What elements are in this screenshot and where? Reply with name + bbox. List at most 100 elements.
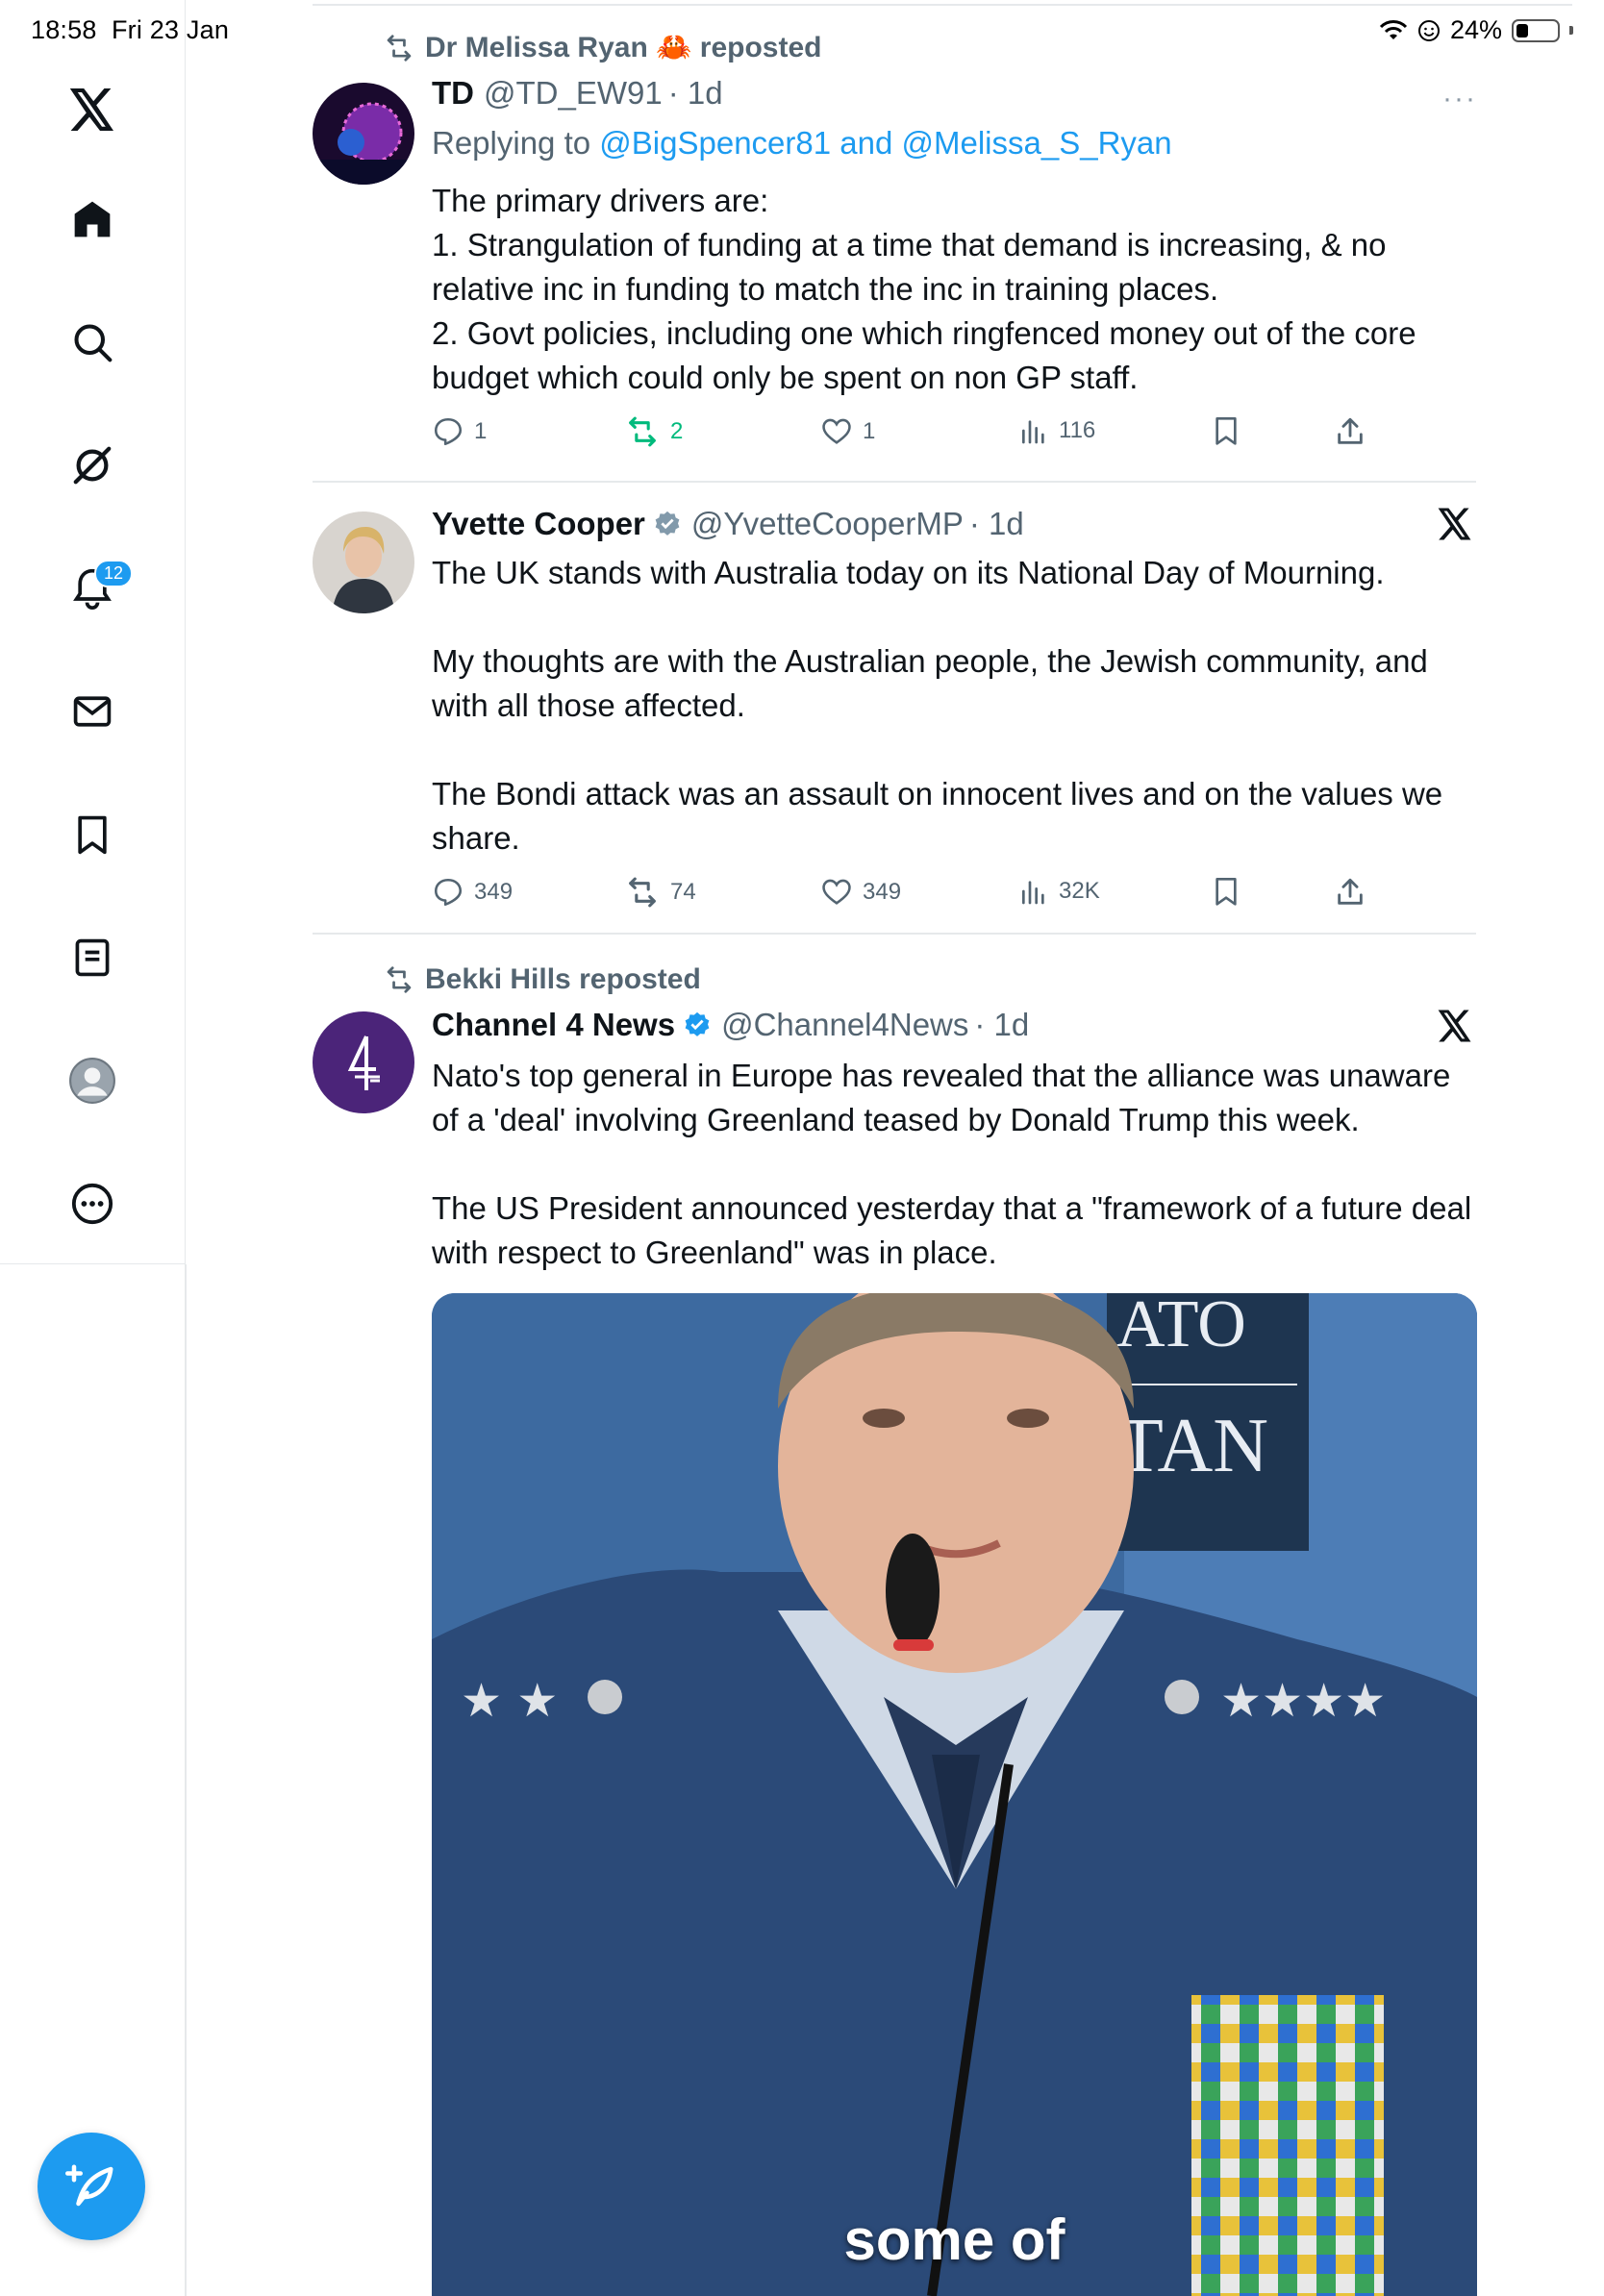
battery-cap	[1569, 26, 1573, 35]
feed-top-border	[313, 4, 1572, 6]
tweet-video[interactable]: ATO TAN ★ ★ ★★★★ some of	[432, 1293, 1477, 2296]
heart-icon	[822, 879, 851, 905]
compose-button[interactable]	[38, 2133, 145, 2240]
nav-explore[interactable]	[60, 310, 125, 375]
views-button[interactable]: 116	[1018, 415, 1095, 446]
video-caption: some of	[843, 2208, 1065, 2272]
notification-badge: 12	[94, 560, 134, 587]
nav-home[interactable]	[60, 187, 125, 252]
reply-button[interactable]: 1	[432, 415, 487, 448]
tweet-text: The primary drivers are: 1. Strangulatio…	[432, 183, 1416, 395]
views-count: 32K	[1059, 878, 1100, 904]
bookmark-button[interactable]	[1211, 876, 1241, 907]
share-icon	[1338, 878, 1363, 905]
mail-icon	[73, 696, 112, 727]
home-icon	[74, 201, 111, 237]
repost-context[interactable]: Dr Melissa Ryan 🦀 reposted	[383, 31, 822, 64]
repost-label: Dr Melissa Ryan 🦀 reposted	[425, 32, 822, 63]
reply-button[interactable]: 349	[432, 876, 513, 909]
nav-messages[interactable]	[60, 679, 125, 744]
author-name[interactable]: Channel 4 News	[432, 1007, 675, 1043]
avatar-icon	[69, 1058, 115, 1104]
grok-icon	[73, 446, 112, 485]
like-count: 349	[863, 879, 902, 905]
x-source-icon[interactable]	[1438, 508, 1472, 545]
wifi-icon	[1379, 19, 1408, 39]
nav-notifications[interactable]: 12	[60, 556, 134, 621]
repost-icon	[629, 416, 656, 447]
battery-percent: 24%	[1449, 15, 1502, 44]
reply-count: 1	[474, 418, 488, 444]
sidebar-border	[185, 1264, 187, 2296]
heart-icon	[822, 418, 851, 444]
repost-icon	[387, 966, 412, 993]
nav-lists[interactable]	[60, 925, 125, 990]
bookmark-icon	[1216, 417, 1237, 445]
nav-more[interactable]	[60, 1171, 125, 1236]
reply-icon	[434, 878, 463, 907]
views-count: 116	[1059, 417, 1096, 443]
bookmark-button[interactable]	[1211, 415, 1241, 446]
share-button[interactable]	[1334, 415, 1366, 448]
like-button[interactable]: 349	[820, 876, 901, 909]
repost-label: Bekki Hills reposted	[425, 963, 701, 995]
repost-context[interactable]: Bekki Hills reposted	[383, 963, 701, 996]
search-icon	[74, 324, 113, 362]
nav-bookmarks[interactable]	[60, 802, 125, 867]
like-button[interactable]: 1	[820, 415, 875, 448]
compose-icon	[65, 2164, 113, 2207]
video-frame: ATO TAN ★ ★ ★★★★	[432, 1293, 1477, 2296]
verified-gray-icon	[653, 510, 682, 538]
nato-sign-bottom: TAN	[1116, 1404, 1268, 1488]
svg-text:★ ★: ★ ★	[461, 1674, 558, 1728]
repost-button[interactable]: 2	[624, 415, 683, 448]
reply-icon	[434, 417, 463, 446]
views-icon	[1022, 881, 1044, 905]
tweet-header: TD @TD_EW91 · 1d	[432, 75, 723, 112]
sidebar: 12	[0, 0, 186, 1264]
share-button[interactable]	[1334, 876, 1366, 909]
avatar[interactable]	[313, 83, 414, 185]
avatar[interactable]	[313, 1011, 414, 1113]
author-handle[interactable]: @YvetteCooperMP	[691, 506, 964, 542]
author-handle[interactable]: @TD_EW91	[484, 75, 663, 112]
views-icon	[1022, 420, 1044, 444]
more-options-icon[interactable]: ···	[1442, 83, 1477, 115]
more-circle-icon	[71, 1183, 113, 1225]
status-indicators: 24%	[1379, 15, 1573, 45]
repost-count: 2	[670, 418, 684, 444]
tweet-time[interactable]: · 1d	[974, 1007, 1029, 1043]
verified-blue-icon	[683, 1011, 712, 1039]
x-logo-icon[interactable]	[60, 77, 125, 142]
tweet-divider	[313, 481, 1476, 483]
tweet-actions: 349 74 349 32K	[432, 876, 1393, 914]
tweet-text: The UK stands with Australia today on it…	[432, 555, 1443, 856]
focus-mode-icon	[1417, 19, 1440, 41]
list-icon	[75, 938, 110, 977]
reply-count: 349	[474, 879, 514, 905]
nav-grok[interactable]	[60, 433, 125, 498]
author-handle[interactable]: @Channel4News	[721, 1007, 968, 1043]
avatar[interactable]	[313, 512, 414, 613]
author-name[interactable]: TD	[432, 75, 474, 112]
nato-sign-top: ATO	[1116, 1293, 1246, 1361]
x-source-icon[interactable]	[1438, 1010, 1472, 1047]
tweet-actions: 1 2 1 116	[432, 415, 1393, 454]
replying-prefix: Replying to	[432, 125, 591, 161]
tweet-time[interactable]: · 1d	[668, 75, 723, 112]
replying-to: Replying to @BigSpencer81 and @Melissa_S…	[432, 125, 1172, 162]
share-icon	[1338, 417, 1363, 444]
bookmark-icon	[78, 815, 107, 855]
repost-icon	[387, 34, 412, 62]
repost-count: 74	[670, 879, 696, 905]
author-name[interactable]: Yvette Cooper	[432, 506, 645, 542]
tweet-text: Nato's top general in Europe has reveale…	[432, 1058, 1472, 1270]
svg-text:★★★★: ★★★★	[1220, 1674, 1386, 1728]
views-button[interactable]: 32K	[1018, 876, 1100, 907]
reply-mentions[interactable]: @BigSpencer81 and @Melissa_S_Ryan	[599, 125, 1171, 161]
nav-profile[interactable]	[60, 1048, 125, 1113]
tweet-header: Yvette Cooper @YvetteCooperMP · 1d	[432, 506, 1024, 542]
tweet-time[interactable]: · 1d	[969, 506, 1024, 542]
like-count: 1	[863, 418, 876, 444]
repost-button[interactable]: 74	[624, 876, 696, 909]
